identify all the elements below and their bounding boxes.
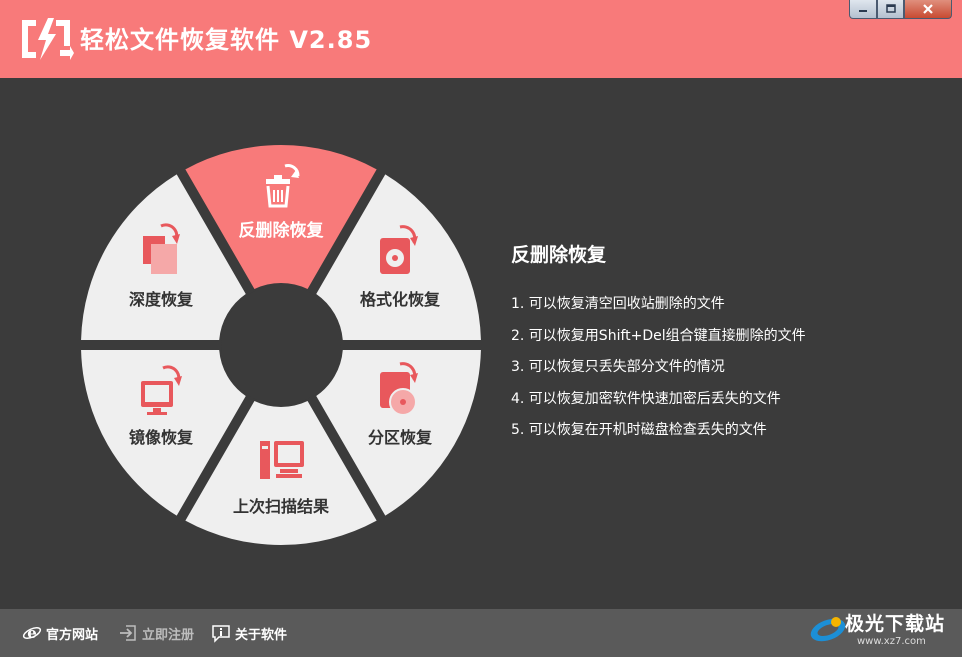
watermark-text: 极光下载站	[845, 613, 946, 635]
main-panel: 反删除恢复 格式化恢复 分区恢复 上次扫描结果 镜像恢复 深度恢复	[0, 78, 962, 609]
minimize-icon	[859, 10, 867, 12]
description-item: 4. 可以恢复加密软件快速加密后丢失的文件	[511, 390, 781, 407]
info-message-icon	[212, 625, 230, 643]
description-title: 反删除恢复	[511, 244, 607, 266]
wheel-hub	[221, 285, 341, 405]
title-bar: 轻松文件恢复软件 V2.85	[0, 0, 962, 78]
register-login-icon	[120, 625, 136, 641]
description-list: 1. 可以恢复清空回收站删除的文件 2. 可以恢复用Shift+Del组合键直接…	[511, 292, 806, 450]
description-item: 2. 可以恢复用Shift+Del组合键直接删除的文件	[511, 327, 806, 344]
close-icon	[923, 4, 933, 14]
segment-label-undelete: 反删除恢复	[239, 220, 325, 241]
recovery-wheel: 反删除恢复 格式化恢复 分区恢复 上次扫描结果 镜像恢复 深度恢复	[81, 145, 481, 545]
segment-label-last-scan: 上次扫描结果	[233, 497, 329, 516]
description-item: 5. 可以恢复在开机时磁盘检查丢失的文件	[511, 422, 767, 438]
ie-browser-icon: e	[22, 624, 42, 642]
register-label: 立即注册	[142, 627, 195, 643]
official-website-label: 官方网站	[46, 627, 99, 643]
app-logo-icon	[22, 18, 74, 60]
register-link[interactable]: 立即注册	[118, 609, 194, 657]
segment-label-format: 格式化恢复	[360, 290, 441, 309]
app-title: 轻松文件恢复软件 V2.85	[80, 26, 373, 54]
segment-label-mirror: 镜像恢复	[129, 428, 194, 447]
svg-text:e: e	[27, 624, 37, 642]
minimize-button[interactable]	[849, 0, 877, 19]
description-item: 1. 可以恢复清空回收站删除的文件	[511, 296, 725, 312]
close-button[interactable]	[904, 0, 952, 19]
segment-label-deep: 深度恢复	[129, 290, 194, 309]
description-item: 3. 可以恢复只丢失部分文件的情况	[511, 359, 725, 375]
official-website-link[interactable]: e 官方网站	[22, 609, 98, 657]
segment-label-partition: 分区恢复	[368, 428, 433, 447]
maximize-icon	[885, 4, 896, 13]
about-software-label: 关于软件	[235, 627, 288, 643]
maximize-button[interactable]	[877, 0, 904, 19]
watermark-url: www.xz7.com	[857, 636, 926, 647]
about-software-link[interactable]: 关于软件	[211, 609, 287, 657]
